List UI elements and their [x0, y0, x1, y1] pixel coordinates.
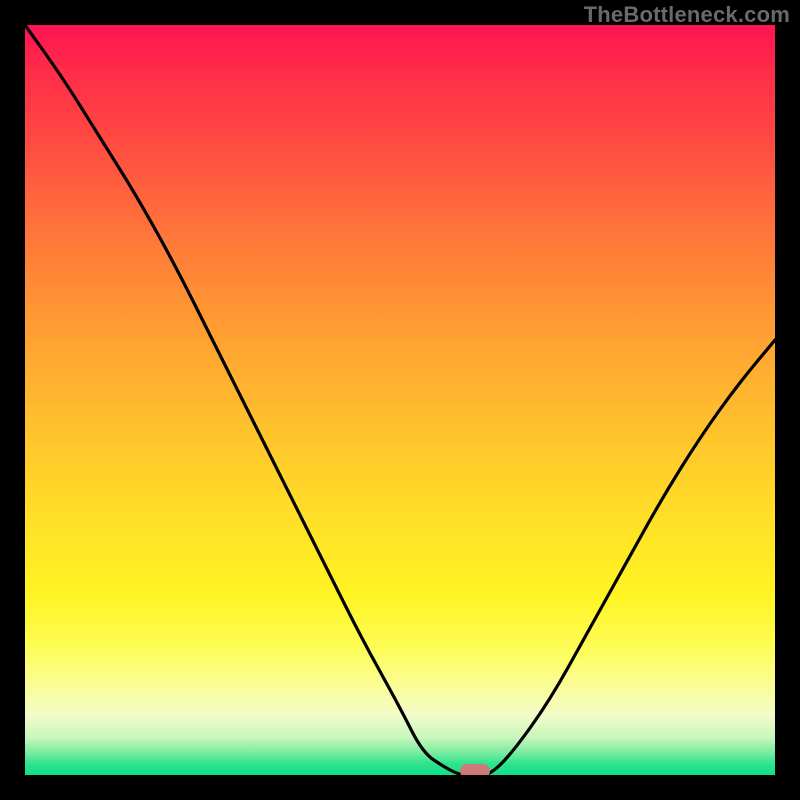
bottleneck-curve — [25, 25, 775, 775]
curve-path — [25, 25, 775, 775]
optimum-marker — [460, 764, 490, 775]
chart-frame: TheBottleneck.com — [0, 0, 800, 800]
plot-area — [25, 25, 775, 775]
watermark-text: TheBottleneck.com — [584, 2, 790, 28]
